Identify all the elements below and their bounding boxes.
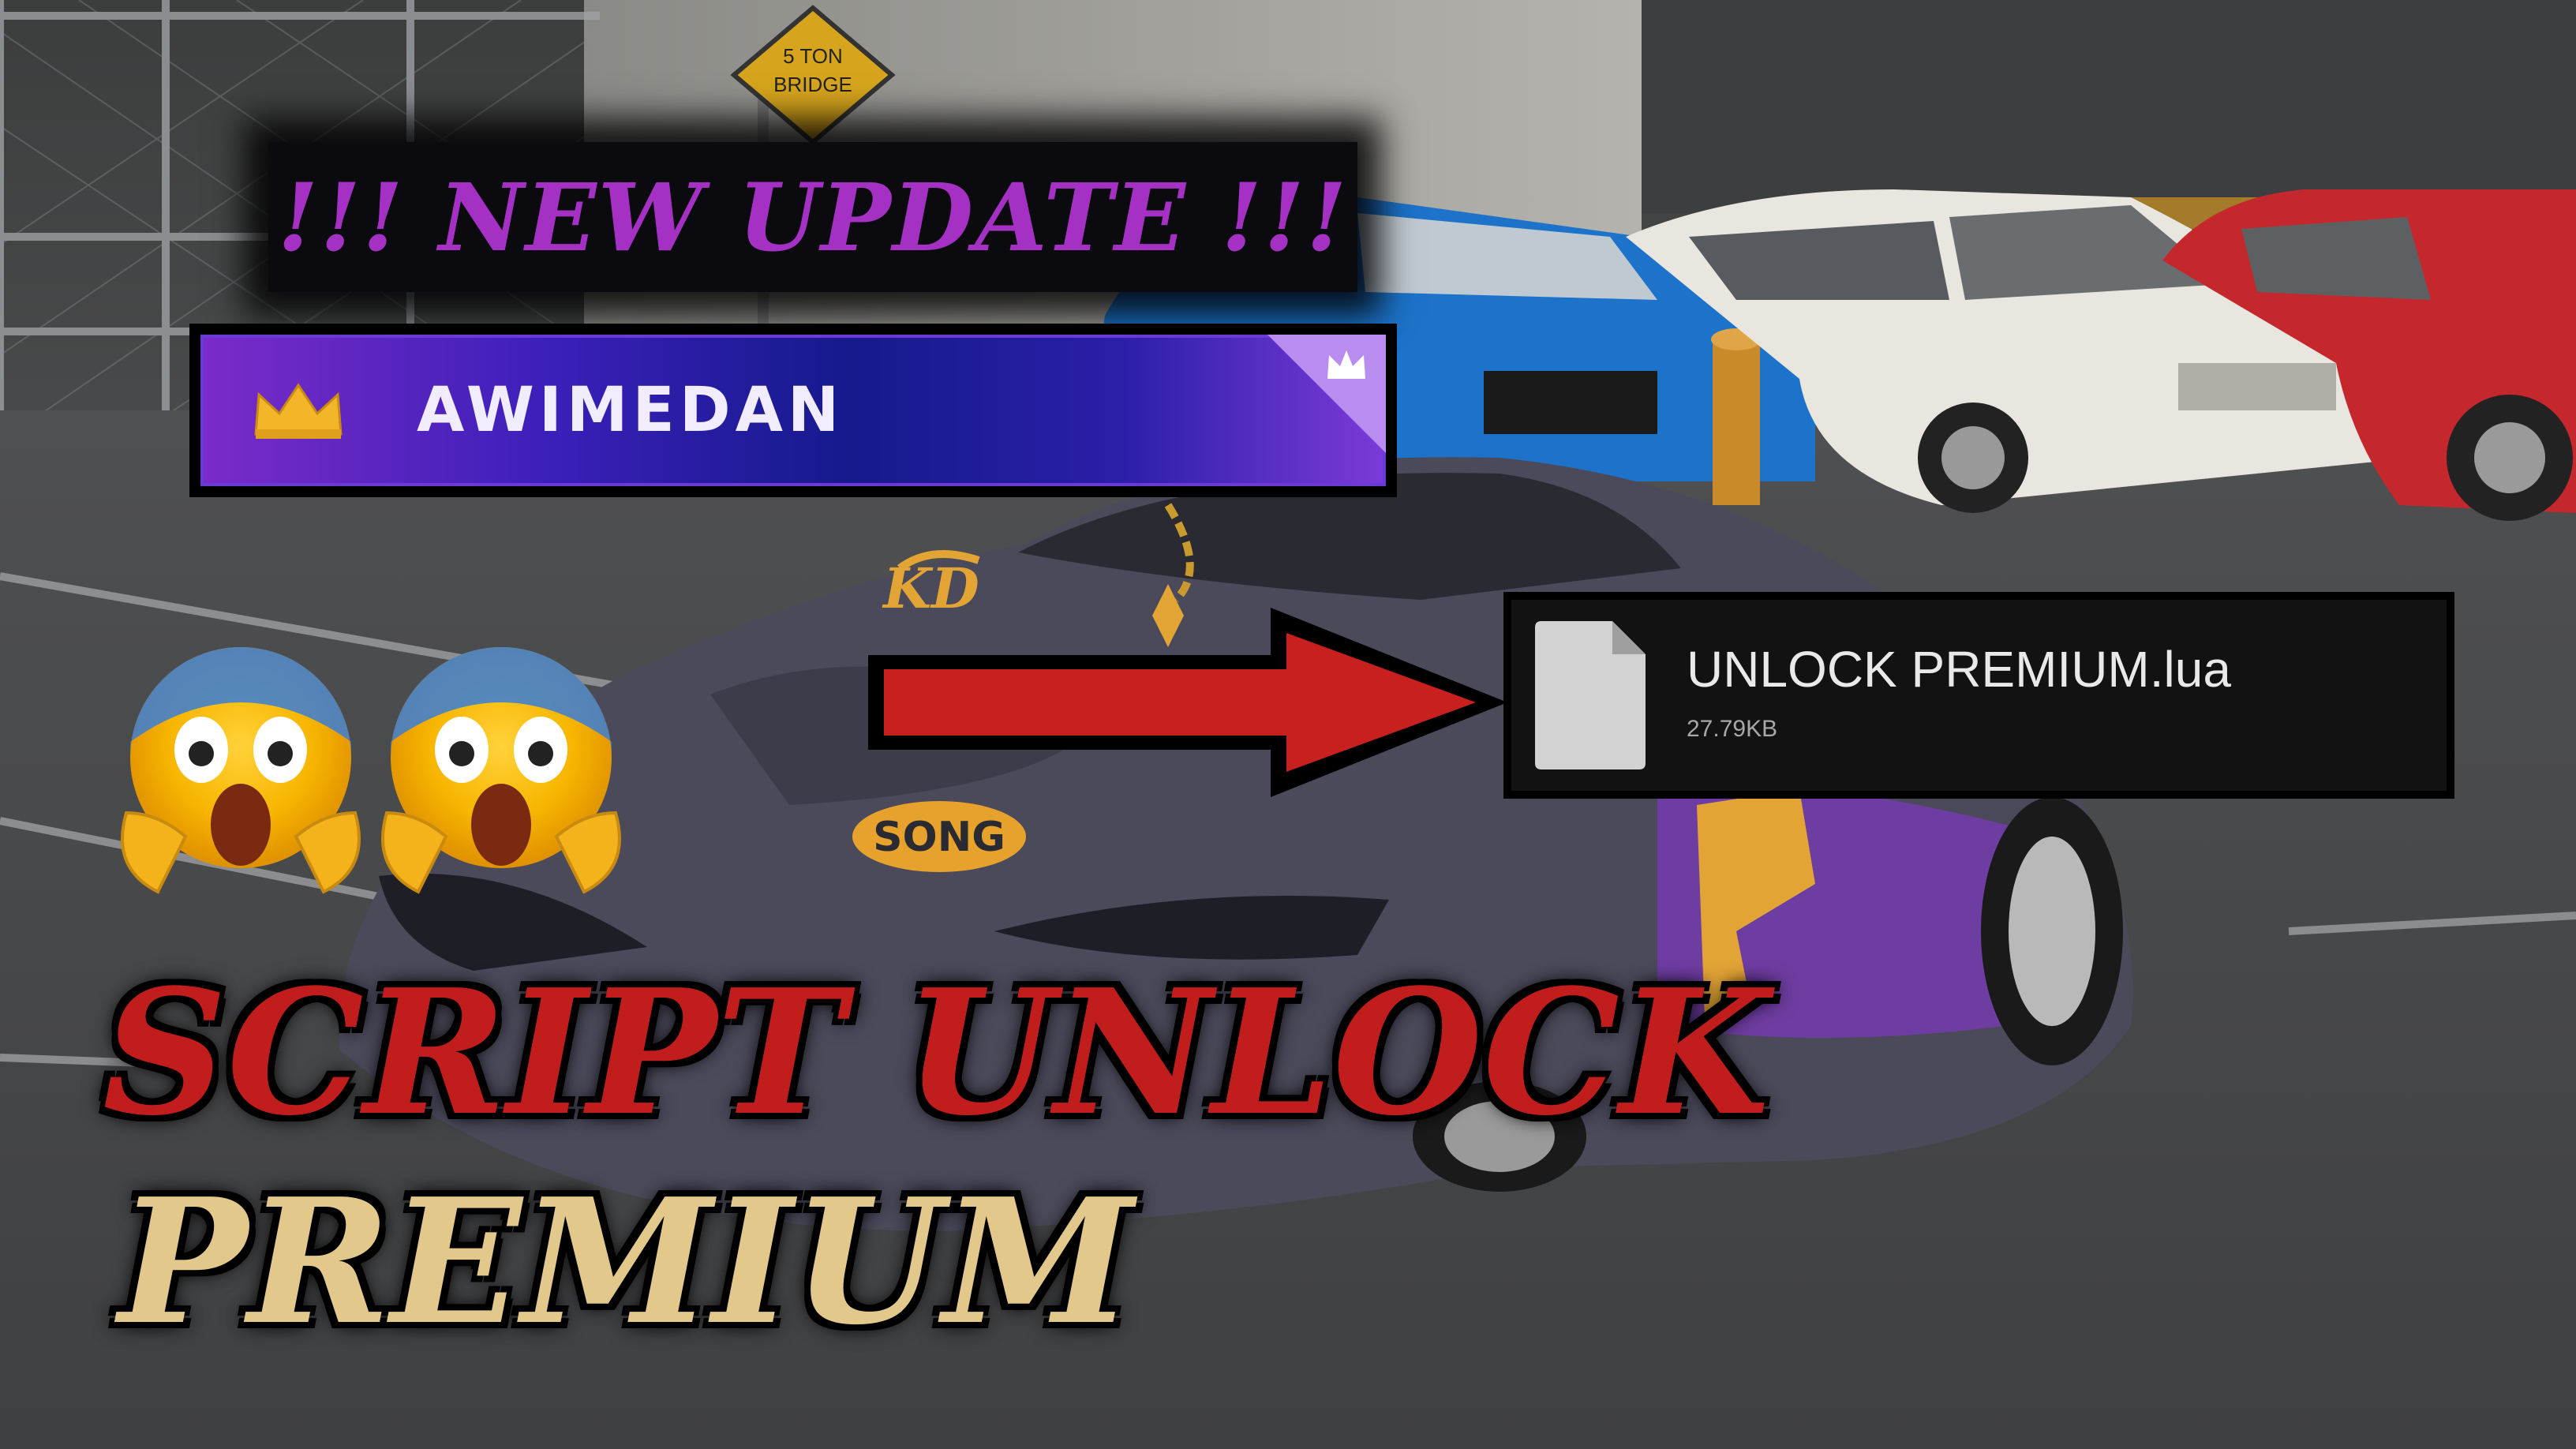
file-name: UNLOCK PREMIUM.lua: [1687, 641, 2231, 698]
headline-banner: !!! NEW UPDATE !!!: [268, 142, 1357, 292]
player-name-plate-inner: AWIMEDAN: [200, 335, 1386, 486]
screaming-face-icon: [121, 647, 361, 894]
player-name: AWIMEDAN: [417, 375, 844, 446]
headline-text: !!! NEW UPDATE !!!: [277, 162, 1349, 272]
screaming-face-icon: [381, 647, 621, 894]
player-name-plate: AWIMEDAN: [189, 324, 1397, 497]
svg-text:SONG: SONG: [873, 814, 1005, 861]
file-card[interactable]: UNLOCK PREMIUM.lua 27.79KB: [1503, 592, 2454, 799]
road-sign-line2: BRIDGE: [773, 73, 852, 96]
crown-icon: [254, 383, 343, 439]
file-icon: [1535, 621, 1646, 769]
road-sign-line1: 5 TON: [783, 44, 843, 68]
corner-crown-icon: [1327, 350, 1365, 379]
title-line-1: SCRIPT UNLOCK: [103, 952, 1769, 1154]
file-size: 27.79KB: [1687, 716, 1778, 742]
file-text-block: UNLOCK PREMIUM.lua 27.79KB: [1687, 641, 2231, 743]
title-line-2: PREMIUM: [118, 1161, 1133, 1363]
arrow-right-icon: [868, 608, 1507, 797]
